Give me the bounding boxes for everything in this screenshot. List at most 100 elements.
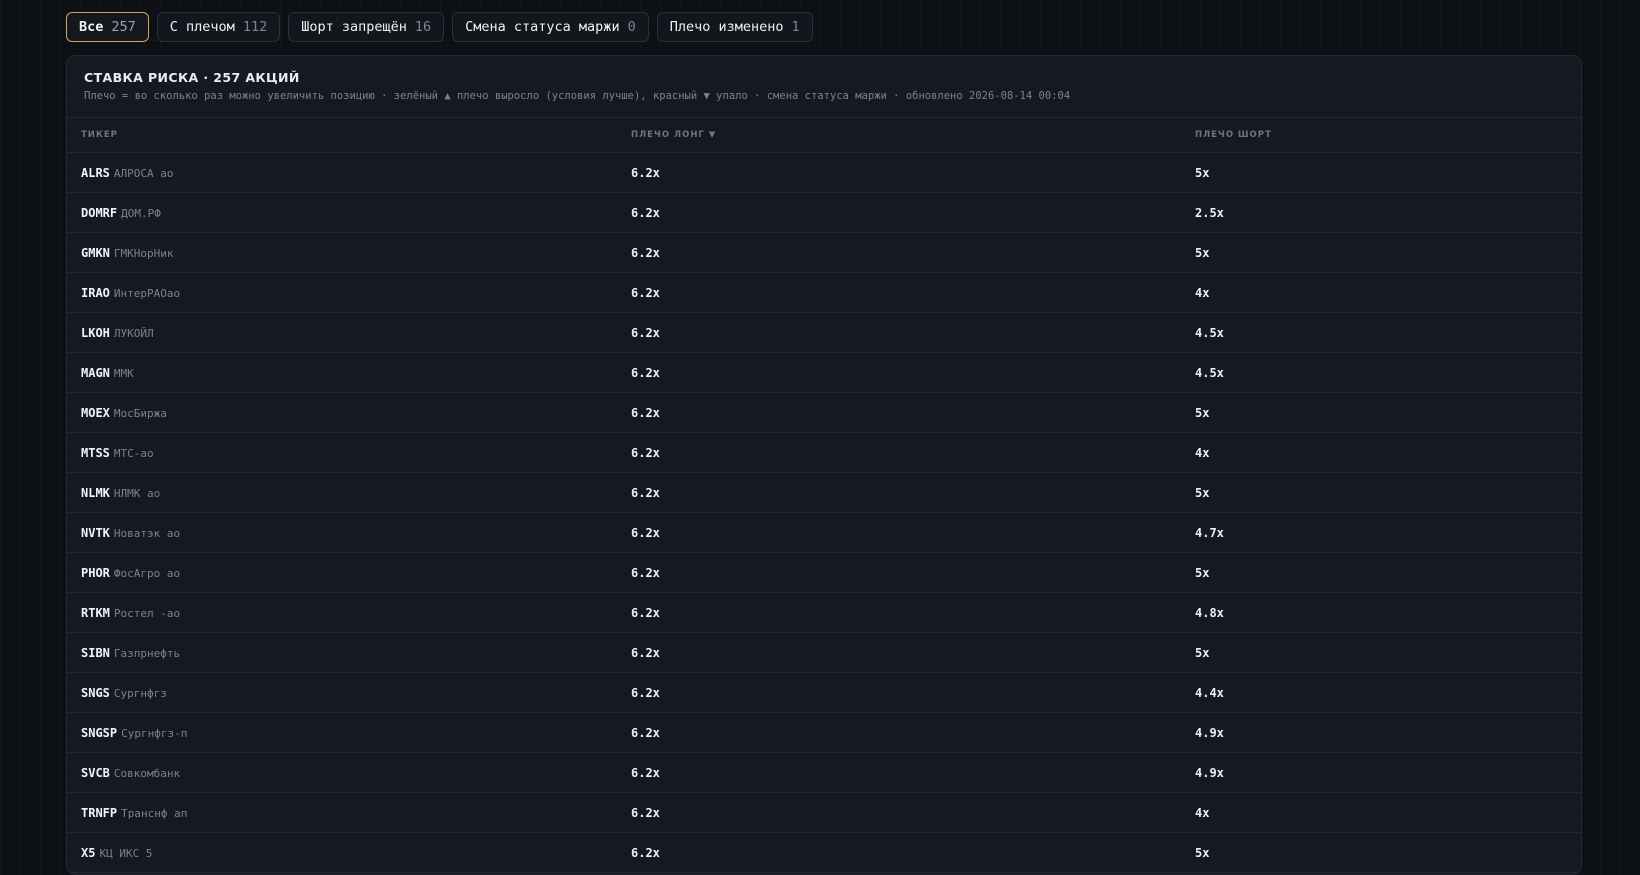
long-leverage-cell: 6.2x [631,165,660,180]
ticker-name: ГМКНорНик [113,246,174,260]
ticker-cell: LKOH ЛУКОЙЛ [67,326,631,340]
ticker-cell: SNGS Сургнфгз [67,686,631,700]
ticker-cell: GMKN ГМКНорНик [67,246,631,260]
filter-chip-count: 1 [791,19,800,35]
short-leverage-cell: 5x [1195,645,1210,660]
ticker-name: ИнтерРАОао [113,286,181,300]
filter-chip-margin-status-change[interactable]: Смена статуса маржи 0 [452,12,649,42]
ticker-cell: RTKM Ростел -ао [67,606,631,620]
table-row[interactable]: MOEX МосБиржа 6.2x 5x [67,393,1581,433]
ticker-name: Ростел -ао [113,606,181,620]
ticker-name: Сургнфгз [113,686,167,700]
ticker-name: Транснф ап [121,806,188,820]
short-leverage-cell: 5x [1195,245,1210,260]
long-leverage-cell: 6.2x [631,245,660,260]
ticker-symbol: MTSS [81,445,110,460]
short-leverage-cell: 4.8x [1195,605,1224,620]
short-leverage-cell: 5x [1195,165,1210,180]
filter-chip-leverage-changed[interactable]: Плечо изменено 1 [656,12,813,42]
table-row[interactable]: NVTK Новатэк ао 6.2x 4.7x [67,513,1581,553]
ticker-cell: ALRS АЛРОСА ао [67,166,631,180]
filter-chip-with-leverage[interactable]: С плечом 112 [156,12,281,42]
table-row[interactable]: RTKM Ростел -ао 6.2x 4.8x [67,593,1581,633]
table-row[interactable]: SVCB Совкомбанк 6.2x 4.9x [67,753,1581,793]
filter-chip-label: С плечом [169,19,235,35]
ticker-symbol: NLMK [81,485,110,500]
short-leverage-cell: 5x [1195,405,1210,420]
long-leverage-cell: 6.2x [631,405,660,420]
ticker-name: Газпрнефть [113,646,181,660]
long-leverage-cell: 6.2x [631,525,660,540]
ticker-name: МосБиржа [113,406,167,420]
ticker-cell: NLMK НЛМК ао [67,486,631,500]
ticker-cell: MTSS МТС-ао [67,446,631,460]
table-body: ALRS АЛРОСА ао 6.2x 5x DOMRF ДОМ.РФ 6.2x 2.5x GM… [67,153,1581,873]
panel-title: СТАВКА РИСКА · 257 АКЦИЙ [84,70,300,85]
ticker-cell: MAGN ММК [67,366,631,380]
short-leverage-cell: 4x [1195,805,1210,820]
ticker-cell: MOEX МосБиржа [67,406,631,420]
ticker-symbol: IRAO [81,285,110,300]
filter-chip-count: 0 [627,19,636,35]
long-leverage-cell: 6.2x [631,565,660,580]
table-row[interactable]: X5 КЦ ИКС 5 6.2x 5x [67,833,1581,873]
filter-chip-count: 112 [242,19,268,35]
long-leverage-cell: 6.2x [631,485,660,500]
ticker-cell: SVCB Совкомбанк [67,766,631,780]
long-leverage-cell: 6.2x [631,805,660,820]
short-leverage-cell: 4.4x [1195,685,1224,700]
ticker-name: МТС-ао [113,446,154,460]
panel-header: СТАВКА РИСКА · 257 АКЦИЙ Плечо = во скол… [67,56,1581,118]
table-row[interactable]: SNGSP Сургнфгз-п 6.2x 4.9x [67,713,1581,753]
ticker-symbol: NVTK [81,525,110,540]
long-leverage-cell: 6.2x [631,725,660,740]
long-leverage-cell: 6.2x [631,285,660,300]
ticker-symbol: DOMRF [81,205,118,220]
short-leverage-cell: 4.5x [1195,325,1224,340]
table-row[interactable]: GMKN ГМКНорНик 6.2x 5x [67,233,1581,273]
ticker-symbol: MAGN [81,365,110,380]
short-leverage-cell: 5x [1195,485,1210,500]
ticker-cell: X5 КЦ ИКС 5 [67,846,631,860]
table-row[interactable]: SNGS Сургнфгз 6.2x 4.4x [67,673,1581,713]
table-row[interactable]: NLMK НЛМК ао 6.2x 5x [67,473,1581,513]
ticker-symbol: LKOH [81,325,110,340]
column-header-long-leverage[interactable]: ПЛЕЧО ЛОНГ ▼ [631,130,1195,140]
risk-rate-panel: СТАВКА РИСКА · 257 АКЦИЙ Плечо = во скол… [66,55,1582,875]
ticker-symbol: SNGSP [81,725,118,740]
short-leverage-cell: 4x [1195,445,1210,460]
ticker-symbol: PHOR [81,565,110,580]
filter-chip-count: 257 [111,19,136,35]
short-leverage-cell: 4.7x [1195,525,1224,540]
ticker-symbol: GMKN [81,245,110,260]
long-leverage-cell: 6.2x [631,845,660,860]
long-leverage-cell: 6.2x [631,645,660,660]
table-row[interactable]: IRAO ИнтерРАОао 6.2x 4x [67,273,1581,313]
short-leverage-cell: 4.9x [1195,765,1224,780]
ticker-symbol: X5 [81,845,96,860]
ticker-name: ЛУКОЙЛ [113,326,154,340]
filter-chip-label: Все [79,19,104,35]
filter-chip-label: Плечо изменено [669,19,784,35]
short-leverage-cell: 2.5x [1195,205,1224,220]
filter-chip-label: Смена статуса маржи [465,19,620,35]
table-row[interactable]: LKOH ЛУКОЙЛ 6.2x 4.5x [67,313,1581,353]
table-row[interactable]: SIBN Газпрнефть 6.2x 5x [67,633,1581,673]
column-header-ticker[interactable]: ТИКЕР [67,130,631,140]
table-row[interactable]: DOMRF ДОМ.РФ 6.2x 2.5x [67,193,1581,233]
table-row[interactable]: PHOR ФосАгро ао 6.2x 5x [67,553,1581,593]
ticker-name: Совкомбанк [113,766,181,780]
ticker-cell: PHOR ФосАгро ао [67,566,631,580]
filter-chip-short-banned[interactable]: Шорт запрещён 16 [288,12,445,42]
table-row[interactable]: MAGN ММК 6.2x 4.5x [67,353,1581,393]
ticker-cell: NVTK Новатэк ао [67,526,631,540]
table-row[interactable]: MTSS МТС-ао 6.2x 4x [67,433,1581,473]
filter-chip-all[interactable]: Все 257 [66,12,149,42]
ticker-name: НЛМК ао [113,486,161,500]
ticker-symbol: SIBN [81,645,110,660]
ticker-symbol: SVCB [81,765,110,780]
table-row[interactable]: TRNFP Транснф ап 6.2x 4x [67,793,1581,833]
column-header-short-leverage[interactable]: ПЛЕЧО ШОРТ [1195,130,1581,140]
table-row[interactable]: ALRS АЛРОСА ао 6.2x 5x [67,153,1581,193]
long-leverage-cell: 6.2x [631,445,660,460]
